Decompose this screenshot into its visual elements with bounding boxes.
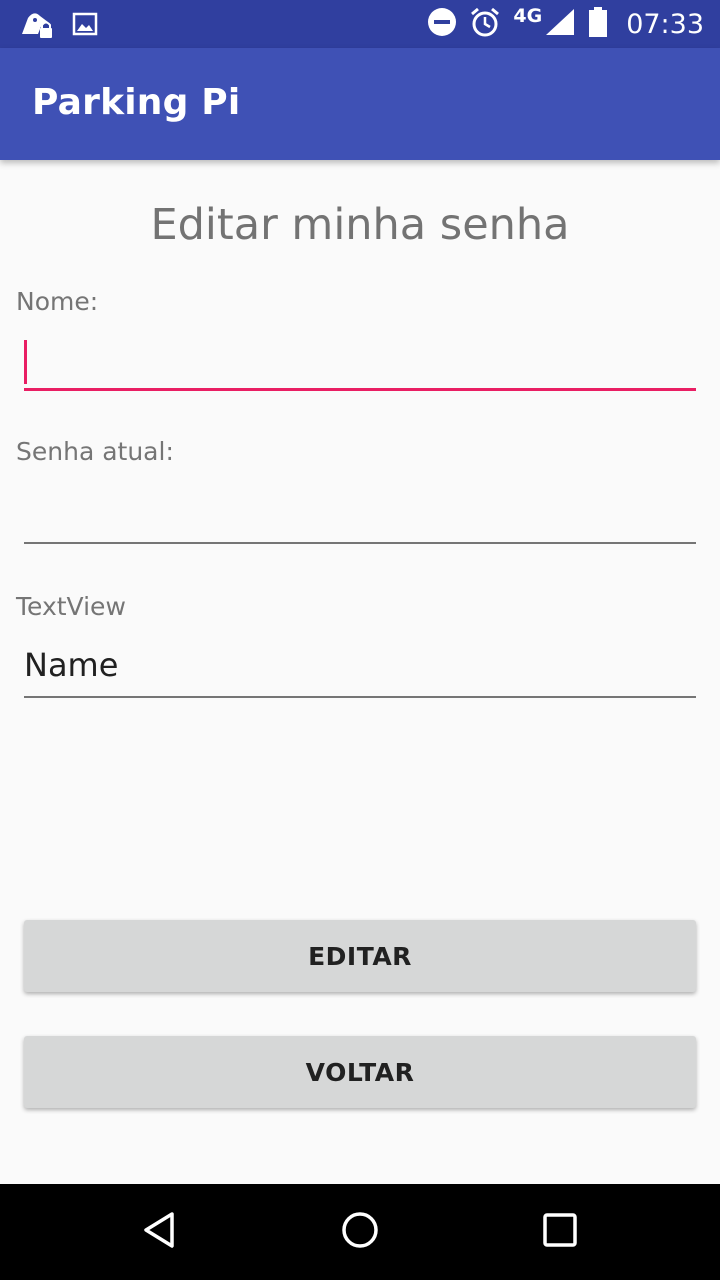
textview-label: TextView — [16, 592, 126, 621]
signal-icon — [544, 7, 576, 41]
status-notifications — [18, 8, 98, 44]
app-bar: Parking Pi — [0, 48, 720, 160]
name-input[interactable] — [24, 332, 696, 388]
text-cursor — [24, 340, 27, 384]
name-edit-field[interactable] — [24, 640, 696, 696]
alarm-icon — [469, 6, 501, 42]
status-indicators: 4G 07:33 — [427, 0, 704, 48]
name-edit-underline — [24, 696, 696, 698]
status-bar: 4G 07:33 — [0, 0, 720, 48]
edit-button[interactable]: EDITAR — [24, 920, 696, 992]
status-time: 07:33 — [626, 8, 704, 40]
home-icon — [340, 1210, 380, 1254]
network-type-label: 4G — [513, 5, 543, 27]
back-icon — [140, 1210, 180, 1254]
edit-password-form: Editar minha senha Nome: Senha atual: Te… — [0, 160, 720, 1184]
recents-icon — [542, 1212, 578, 1252]
nav-recents-button[interactable] — [536, 1208, 584, 1256]
name-label: Nome: — [16, 287, 99, 316]
image-icon — [72, 11, 98, 41]
current-password-underline — [24, 542, 696, 544]
ghost-app-icon — [18, 8, 54, 44]
nav-back-button[interactable] — [136, 1208, 184, 1256]
nav-home-button[interactable] — [336, 1208, 384, 1256]
current-password-label: Senha atual: — [16, 437, 174, 466]
name-input-underline — [24, 388, 696, 391]
current-password-input[interactable] — [24, 486, 696, 542]
do-not-disturb-icon — [427, 7, 457, 41]
battery-icon — [588, 7, 608, 41]
back-button[interactable]: VOLTAR — [24, 1036, 696, 1108]
app-title: Parking Pi — [32, 82, 241, 123]
navigation-bar — [0, 1184, 720, 1280]
page-title: Editar minha senha — [150, 200, 570, 250]
